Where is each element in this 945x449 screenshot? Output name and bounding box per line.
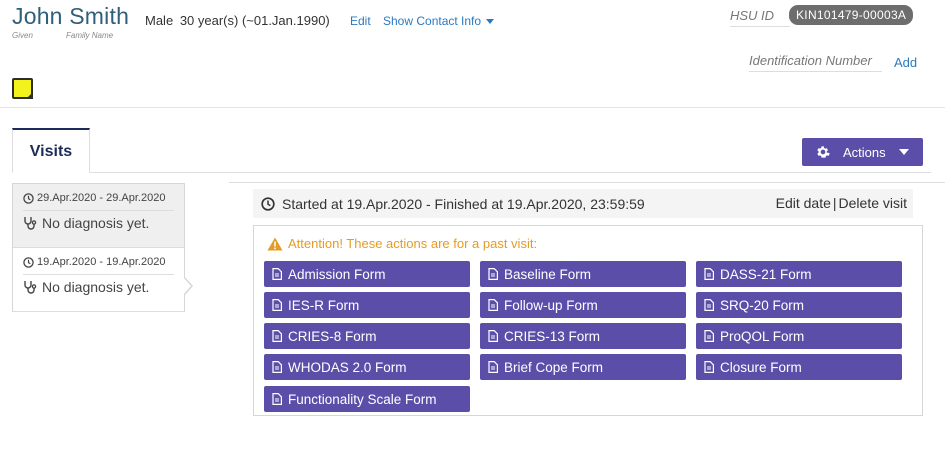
form-button-label: IES-R Form	[288, 297, 360, 313]
cries-13-form-button[interactable]: CRIES-13 Form	[480, 323, 686, 349]
patient-header: John Smith Given Family Name Male 30 yea…	[0, 0, 945, 108]
hsu-id-badge: KIN101479-00003A	[789, 5, 914, 25]
caret-down-icon	[898, 149, 909, 155]
visit-summary-bar: Started at 19.Apr.2020 - Finished at 19.…	[253, 189, 913, 218]
form-button-label: ProQOL Form	[720, 328, 805, 344]
visit-summary-text: Started at 19.Apr.2020 - Finished at 19.…	[282, 195, 645, 212]
patient-full-name: John Smith	[12, 3, 130, 29]
visit-diagnosis: No diagnosis yet.	[42, 215, 150, 231]
delete-visit-link[interactable]: Delete visit	[839, 195, 907, 211]
form-button-label: Follow-up Form	[504, 297, 598, 313]
form-button-label: Functionality Scale Form	[288, 391, 437, 407]
chevron-down-icon	[486, 19, 495, 25]
edit-date-link[interactable]: Edit date	[776, 195, 831, 211]
edit-patient-link[interactable]: Edit	[350, 14, 371, 28]
form-button-label: Closure Form	[720, 359, 802, 375]
form-button-label: Baseline Form	[504, 266, 592, 282]
selected-visit-pointer	[183, 276, 193, 296]
visit-summary-actions: Edit date | Delete visit	[776, 195, 907, 211]
past-visit-warning-text: Attention! These actions are for a past …	[288, 236, 538, 251]
file-icon	[488, 330, 498, 342]
visit-date-row: 19.Apr.2020 - 19.Apr.2020	[23, 256, 174, 268]
form-button-label: CRIES-8 Form	[288, 328, 377, 344]
form-button-label: SRQ-20 Form	[720, 297, 805, 313]
file-icon	[704, 330, 714, 342]
baseline-form-button[interactable]: Baseline Form	[480, 261, 686, 287]
visit-item[interactable]: 29.Apr.2020 - 29.Apr.2020 No diagnosis y…	[13, 184, 184, 248]
stethoscope-icon	[24, 280, 37, 294]
patient-sex: Male	[145, 13, 174, 28]
file-icon	[488, 299, 498, 311]
file-icon	[272, 330, 282, 342]
form-button-label: WHODAS 2.0 Form	[288, 359, 407, 375]
actions-button-label: Actions	[843, 144, 886, 160]
file-icon	[488, 361, 498, 373]
file-icon	[272, 361, 282, 373]
tab-bar: Visits	[12, 128, 931, 173]
visit-divider	[23, 274, 174, 275]
form-button-label: CRIES-13 Form	[504, 328, 601, 344]
visit-diagnosis-row: No diagnosis yet.	[23, 279, 174, 295]
visit-diagnosis: No diagnosis yet.	[42, 279, 150, 295]
visit-date: 29.Apr.2020 - 29.Apr.2020	[37, 192, 166, 204]
file-icon	[488, 268, 498, 280]
form-button-label: DASS-21 Form	[720, 266, 812, 282]
show-contact-info-link[interactable]: Show Contact Info	[383, 14, 495, 28]
form-button-label: Brief Cope Form	[504, 359, 604, 375]
patient-demographics: Male 30 year(s) (~01.Jan.1990)	[145, 13, 333, 28]
follow-up-form-button[interactable]: Follow-up Form	[480, 292, 686, 318]
detail-divider	[229, 182, 945, 183]
actions-button[interactable]: Actions	[802, 138, 923, 166]
visit-divider	[23, 210, 174, 211]
visit-date-row: 29.Apr.2020 - 29.Apr.2020	[23, 192, 174, 204]
family-name-label: Family Name	[66, 31, 114, 40]
given-name-label: Given	[12, 31, 33, 40]
stethoscope-icon	[24, 216, 37, 230]
file-icon	[272, 268, 282, 280]
summary-separator: |	[832, 195, 837, 211]
brief-cope-form-button[interactable]: Brief Cope Form	[480, 354, 686, 380]
identification-number-field[interactable]: Identification Number	[749, 53, 882, 72]
show-contact-info-label: Show Contact Info	[383, 14, 482, 28]
visit-date: 19.Apr.2020 - 19.Apr.2020	[37, 256, 166, 268]
whodas-2-0-form-button[interactable]: WHODAS 2.0 Form	[264, 354, 470, 380]
hsu-id-label: HSU ID	[730, 8, 790, 27]
file-icon	[272, 299, 282, 311]
visit-list: 29.Apr.2020 - 29.Apr.2020 No diagnosis y…	[12, 183, 193, 312]
functionality-scale-form-button[interactable]: Functionality Scale Form	[264, 386, 470, 412]
admission-form-button[interactable]: Admission Form	[264, 261, 470, 287]
closure-form-button[interactable]: Closure Form	[696, 354, 902, 380]
tab-visits[interactable]: Visits	[12, 128, 90, 173]
form-button-label: Admission Form	[288, 266, 386, 282]
clock-icon	[261, 196, 275, 211]
srq-20-form-button[interactable]: SRQ-20 Form	[696, 292, 902, 318]
visit-diagnosis-row: No diagnosis yet.	[23, 215, 174, 231]
visit-item[interactable]: 19.Apr.2020 - 19.Apr.2020 No diagnosis y…	[13, 248, 184, 312]
file-icon	[704, 299, 714, 311]
past-visit-warning: Attention! These actions are for a past …	[267, 236, 537, 251]
patient-name-block: John Smith Given Family Name	[12, 3, 130, 40]
clock-icon	[23, 192, 34, 204]
sticky-note-icon[interactable]	[12, 78, 33, 99]
gear-icon	[817, 146, 830, 158]
ies-r-form-button[interactable]: IES-R Form	[264, 292, 470, 318]
clock-icon	[23, 256, 34, 268]
add-identification-link[interactable]: Add	[894, 55, 917, 70]
dass-21-form-button[interactable]: DASS-21 Form	[696, 261, 902, 287]
patient-age: 30 year(s) (~01.Jan.1990)	[179, 13, 330, 28]
warning-icon	[267, 237, 283, 250]
file-icon	[272, 393, 282, 405]
file-icon	[704, 268, 714, 280]
file-icon	[704, 361, 714, 373]
forms-panel: Attention! These actions are for a past …	[253, 225, 923, 416]
cries-8-form-button[interactable]: CRIES-8 Form	[264, 323, 470, 349]
proqol-form-button[interactable]: ProQOL Form	[696, 323, 902, 349]
